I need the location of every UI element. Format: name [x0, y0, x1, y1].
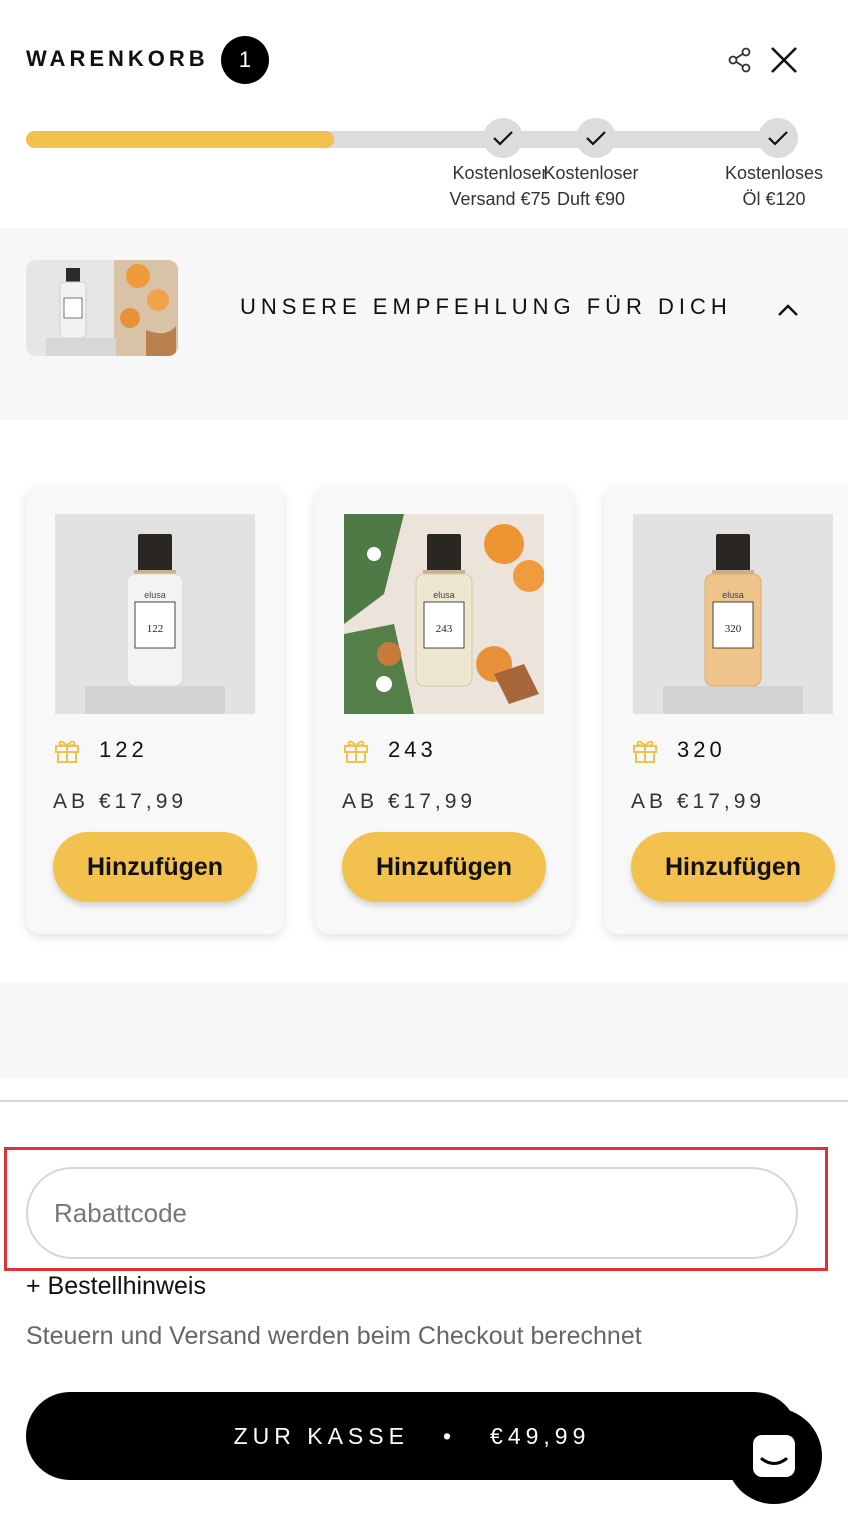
milestone-label-line: Kostenloses [724, 163, 824, 183]
chat-launcher-button[interactable] [726, 1408, 822, 1504]
milestone-label-line: Öl €120 [742, 189, 806, 209]
milestone-label-line: Duft €90 [556, 189, 626, 209]
product-price: AB €17,99 [53, 790, 188, 813]
chat-icon [753, 1435, 795, 1477]
add-to-cart-button[interactable]: Hinzufügen [53, 832, 257, 902]
milestone-label-line: Kostenloser [543, 163, 639, 183]
gift-icon [55, 740, 79, 763]
share-button[interactable] [724, 44, 756, 76]
milestone-shipping [483, 118, 523, 158]
milestone-label-oil: Kostenloses Öl €120 [722, 160, 826, 212]
product-card: elusa 320 320 AB €17,99 Hinzufügen [604, 486, 848, 934]
checkout-button[interactable]: ZUR KASSE • €49,99 [26, 1392, 798, 1480]
product-image: elusa 122 [55, 514, 255, 714]
product-image: elusa 320 [633, 514, 833, 714]
svg-text:122: 122 [147, 623, 164, 635]
recommendation-thumbnail [26, 260, 178, 356]
milestone-label-line: Kostenloser [452, 163, 548, 183]
checkout-separator: • [442, 1422, 457, 1449]
milestone-label-fragrance: Kostenloser Duft €90 [540, 160, 642, 212]
product-name-row: 320 [631, 736, 726, 764]
close-icon [771, 47, 797, 73]
checkout-label: ZUR KASSE [233, 1422, 409, 1449]
product-card: elusa 122 122 AB €17,99 Hinzufügen [26, 486, 284, 934]
milestone-fragrance [576, 118, 616, 158]
product-price: AB €17,99 [342, 790, 477, 813]
section-spacer [0, 982, 848, 1078]
product-card: elusa 243 243 AB €17,99 Hinzufügen [315, 486, 573, 934]
order-note-link[interactable]: + Bestellhinweis [26, 1272, 206, 1301]
milestone-label-line: Versand €75 [449, 189, 551, 209]
svg-text:elusa: elusa [433, 590, 455, 600]
product-carousel[interactable]: elusa 122 122 AB €17,99 Hinzufügen elusa… [0, 420, 848, 980]
cart-header: WARENKORB 1 [0, 0, 848, 120]
tax-shipping-note: Steuern und Versand werden beim Checkout… [26, 1322, 642, 1350]
product-name-row: 122 [53, 736, 148, 764]
svg-text:320: 320 [725, 623, 742, 635]
chevron-up-icon [778, 304, 798, 316]
product-name-row: 243 [342, 736, 437, 764]
check-icon [586, 131, 606, 146]
milestone-oil [758, 118, 798, 158]
svg-text:elusa: elusa [144, 590, 166, 600]
product-price: AB €17,99 [631, 790, 766, 813]
gift-icon [344, 740, 368, 763]
product-name: 320 [677, 737, 726, 762]
product-name: 122 [99, 737, 148, 762]
check-icon [768, 131, 788, 146]
footer-divider [0, 1100, 848, 1102]
add-to-cart-button[interactable]: Hinzufügen [631, 832, 835, 902]
recommendation-toggle[interactable]: UNSERE EMPFEHLUNG FÜR DICH [0, 228, 848, 420]
add-to-cart-button[interactable]: Hinzufügen [342, 832, 546, 902]
share-icon [728, 47, 751, 73]
check-icon [493, 131, 513, 146]
recommendation-title: UNSERE EMPFEHLUNG FÜR DICH [240, 294, 732, 319]
checkout-total: €49,99 [490, 1422, 591, 1449]
collapse-chevron[interactable] [772, 294, 804, 326]
progress-fill [26, 131, 334, 148]
product-image: elusa 243 [344, 514, 544, 714]
cart-title: WARENKORB [26, 46, 209, 71]
coupon-code-input[interactable] [26, 1167, 798, 1259]
svg-text:elusa: elusa [722, 590, 744, 600]
svg-text:243: 243 [436, 623, 453, 635]
gift-icon [633, 740, 657, 763]
perfume-thumbnail-image [26, 260, 178, 356]
cart-count-badge: 1 [221, 36, 269, 84]
free-gift-progress-bar [26, 131, 796, 148]
product-name: 243 [388, 737, 437, 762]
milestone-label-shipping: Kostenloser Versand €75 [449, 160, 551, 212]
close-button[interactable] [766, 42, 802, 78]
